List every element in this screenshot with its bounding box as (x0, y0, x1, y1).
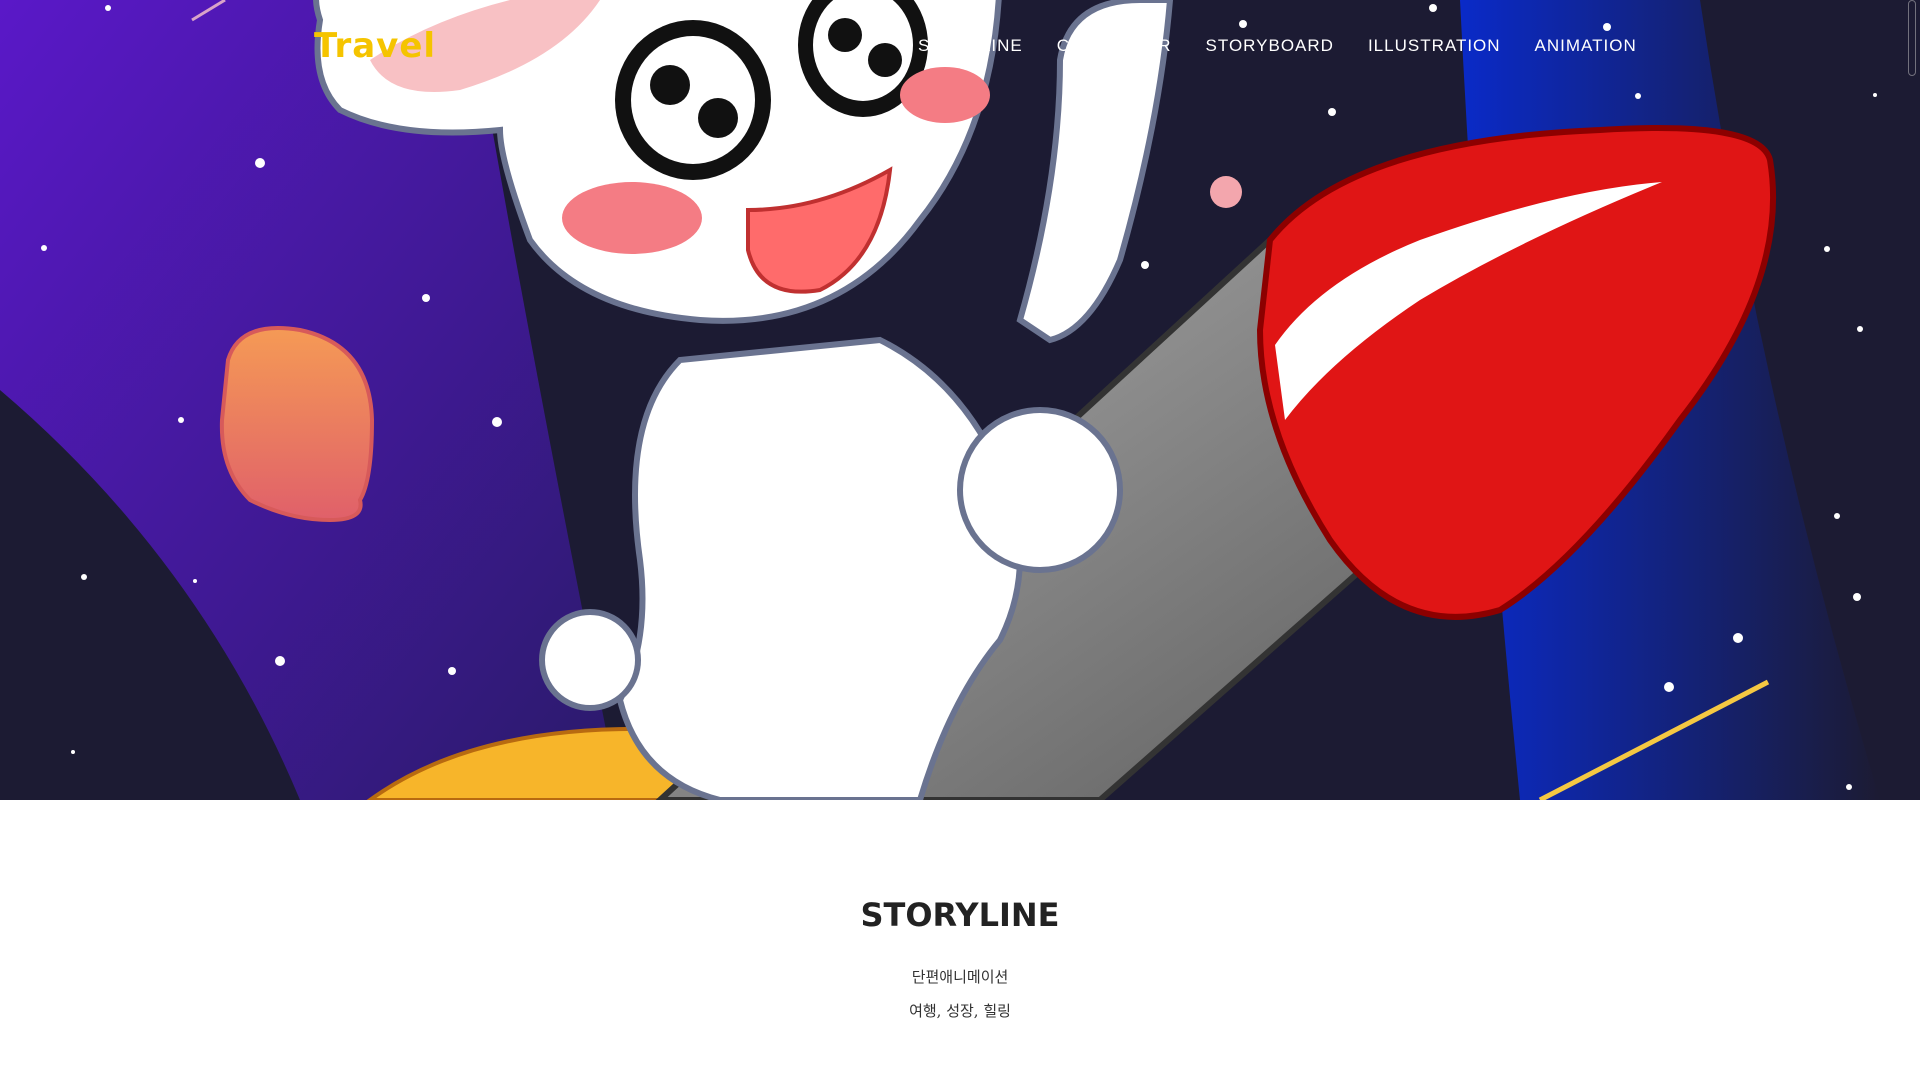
navbar: Travel STORYLINE CHARACTER STORYBOARD IL… (0, 0, 1920, 90)
storyline-section: STORYLINE 단편애니메이션 여행, 성장, 힐링 (0, 800, 1920, 1080)
nav-item-character[interactable]: CHARACTER (1057, 36, 1172, 56)
scrollbar[interactable] (1908, 0, 1916, 76)
site-logo[interactable]: Travel (314, 26, 436, 66)
hero-illustration (0, 0, 1920, 800)
section-title: STORYLINE (860, 896, 1060, 934)
nav-item-animation[interactable]: ANIMATION (1535, 36, 1637, 56)
storyline-keywords: 여행, 성장, 힐링 (909, 1002, 1011, 1020)
nav-item-illustration[interactable]: ILLUSTRATION (1368, 36, 1501, 56)
nav-menu: STORYLINE CHARACTER STORYBOARD ILLUSTRAT… (918, 36, 1637, 56)
nav-item-storyline[interactable]: STORYLINE (918, 36, 1023, 56)
hero-banner (0, 0, 1920, 800)
storyline-genre: 단편애니메이션 (911, 968, 1009, 986)
nav-item-storyboard[interactable]: STORYBOARD (1206, 36, 1334, 56)
